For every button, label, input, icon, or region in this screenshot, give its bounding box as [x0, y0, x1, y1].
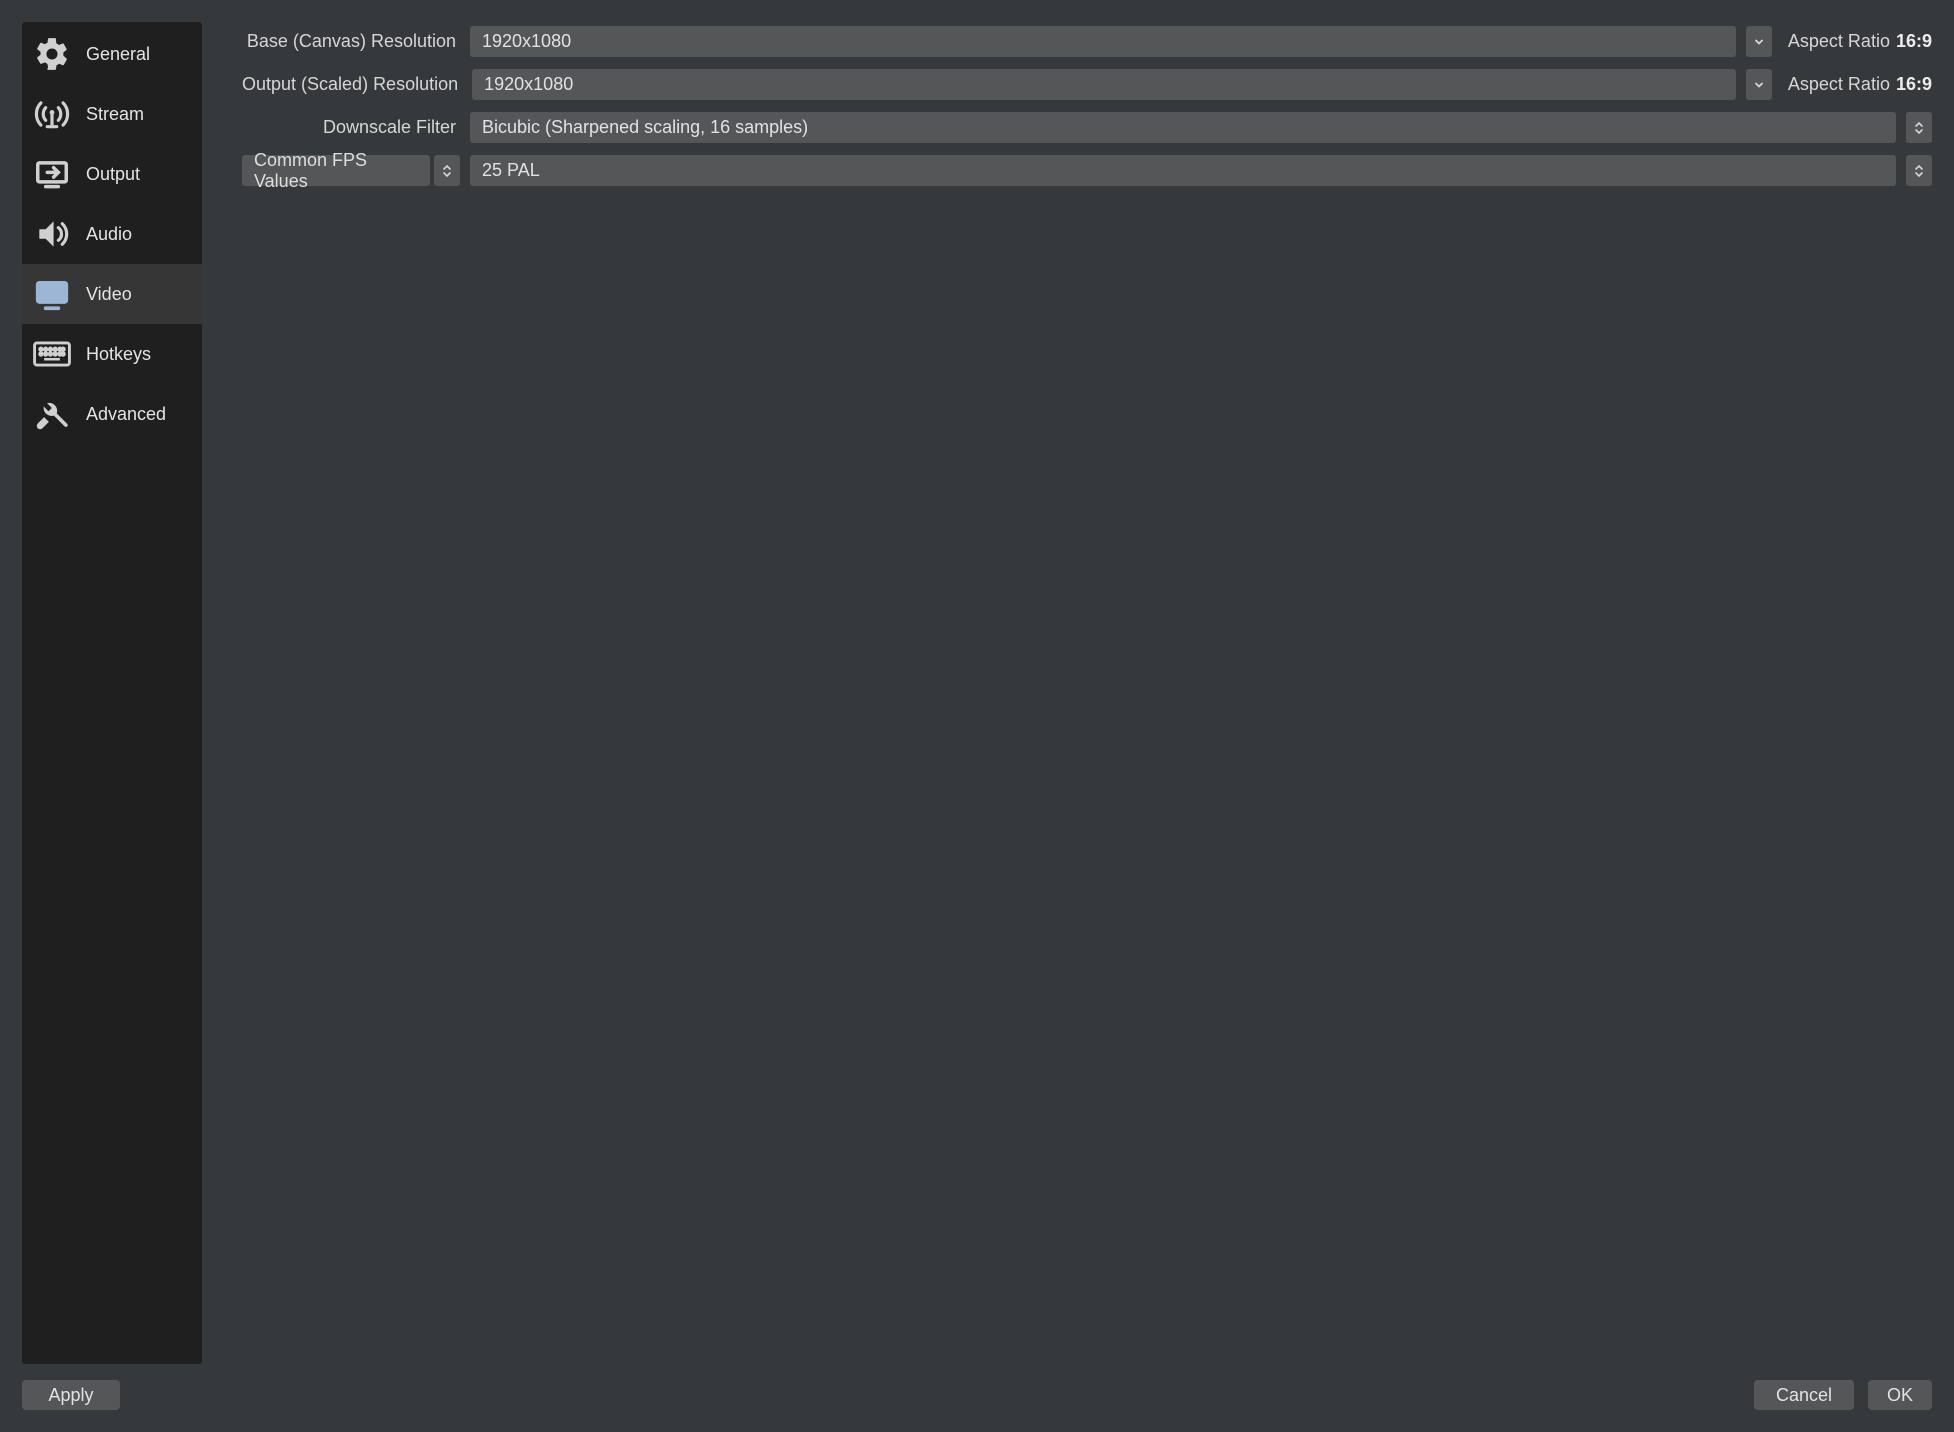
- sidebar-item-label: Audio: [86, 224, 132, 245]
- sidebar-item-label: Video: [86, 284, 132, 305]
- fps-mode-stepper[interactable]: [434, 155, 460, 186]
- sidebar-item-label: Hotkeys: [86, 344, 151, 365]
- output-icon: [32, 155, 72, 193]
- sidebar-item-label: Stream: [86, 104, 144, 125]
- output-resolution-combo[interactable]: 1920x1080: [472, 69, 1736, 100]
- sidebar-item-label: Advanced: [86, 404, 166, 425]
- base-resolution-combo[interactable]: 1920x1080: [470, 26, 1736, 57]
- dialog-footer: Apply Cancel OK: [0, 1364, 1954, 1432]
- fps-value-select[interactable]: 25 PAL: [470, 155, 1896, 186]
- base-resolution-value: 1920x1080: [482, 31, 571, 52]
- antenna-icon: [32, 95, 72, 133]
- apply-button[interactable]: Apply: [22, 1380, 120, 1410]
- chevron-down-icon: [1753, 36, 1765, 48]
- sidebar-item-hotkeys[interactable]: Hotkeys: [22, 324, 202, 384]
- base-resolution-label: Base (Canvas) Resolution: [242, 31, 460, 52]
- gear-icon: [32, 35, 72, 73]
- sidebar-item-video[interactable]: Video: [22, 264, 202, 324]
- up-down-icon: [1914, 163, 1924, 179]
- sidebar-item-label: General: [86, 44, 150, 65]
- ok-button[interactable]: OK: [1868, 1380, 1932, 1410]
- base-resolution-aspect: Aspect Ratio 16:9: [1782, 31, 1932, 52]
- fps-mode-select[interactable]: Common FPS Values: [242, 155, 430, 186]
- fps-value-stepper[interactable]: [1906, 155, 1932, 186]
- output-resolution-aspect: Aspect Ratio 16:9: [1782, 74, 1932, 95]
- cancel-button[interactable]: Cancel: [1754, 1380, 1854, 1410]
- fps-mode-label: Common FPS Values: [254, 150, 418, 192]
- speaker-icon: [32, 215, 72, 253]
- up-down-icon: [442, 163, 452, 179]
- sidebar-item-label: Output: [86, 164, 140, 185]
- downscale-filter-label: Downscale Filter: [242, 117, 460, 138]
- downscale-filter-select[interactable]: Bicubic (Sharpened scaling, 16 samples): [470, 112, 1896, 143]
- downscale-filter-stepper[interactable]: [1906, 112, 1932, 143]
- keyboard-icon: [32, 339, 72, 369]
- sidebar-item-advanced[interactable]: Advanced: [22, 384, 202, 444]
- chevron-down-icon: [1753, 79, 1765, 91]
- up-down-icon: [1914, 120, 1924, 136]
- output-resolution-value: 1920x1080: [484, 74, 573, 95]
- sidebar-item-output[interactable]: Output: [22, 144, 202, 204]
- sidebar-item-general[interactable]: General: [22, 24, 202, 84]
- settings-sidebar: General Stream Output Audio: [22, 22, 202, 1364]
- output-resolution-label: Output (Scaled) Resolution: [242, 74, 462, 95]
- base-resolution-dropdown-button[interactable]: [1746, 26, 1772, 57]
- sidebar-item-stream[interactable]: Stream: [22, 84, 202, 144]
- monitor-icon: [32, 275, 72, 313]
- output-resolution-dropdown-button[interactable]: [1746, 69, 1772, 100]
- tools-icon: [32, 395, 72, 433]
- sidebar-item-audio[interactable]: Audio: [22, 204, 202, 264]
- fps-value: 25 PAL: [482, 160, 540, 181]
- downscale-filter-value: Bicubic (Sharpened scaling, 16 samples): [482, 117, 808, 138]
- video-settings-panel: Base (Canvas) Resolution 1920x1080 Aspec…: [242, 22, 1932, 1364]
